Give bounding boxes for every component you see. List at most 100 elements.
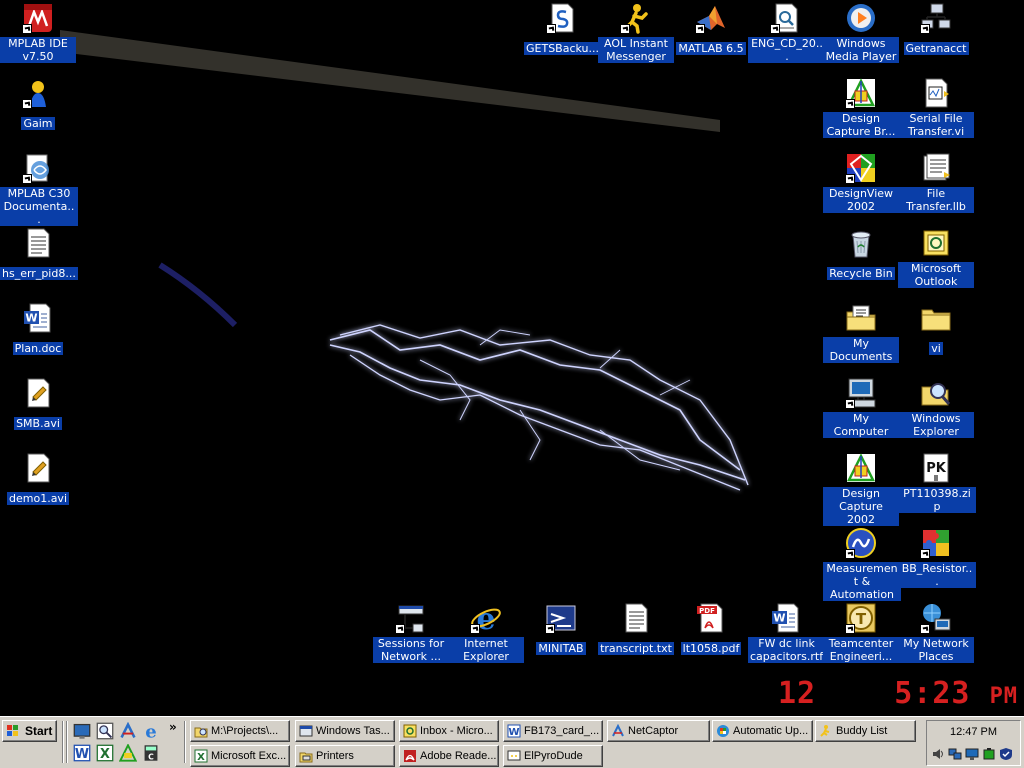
shortcut-arrow-icon [695,24,705,34]
taskbar-button-netcaptor[interactable]: NetCaptor [607,720,710,742]
word-document-icon: W [22,302,54,334]
tray-antivirus-icon[interactable] [999,747,1013,761]
desktop-icon-bb-resistor[interactable]: BB_Resistor... [898,527,976,589]
folder-icon [920,302,952,334]
taskbar-button-buddy-list[interactable]: Buddy List [815,720,916,742]
my-documents-icon [845,302,877,334]
desktop-icon-label: Design Capture 2002 [823,487,899,526]
teamcenter-icon: T [845,602,877,634]
desktop-icon-measurement-automation[interactable]: Measurement & Automation [823,527,901,602]
mplab-c30-doc-icon [22,152,54,184]
pdf-file-icon: PDF [695,602,727,634]
sessions-icon [395,602,427,634]
desktop-icon-label: ENG_CD_20... [748,37,826,63]
quick-launch-netcaptor-icon[interactable] [119,722,137,740]
quick-launch-excel-icon[interactable]: X [96,744,114,762]
desktop-icon-aol-instant-messenger[interactable]: AOL Instant Messenger [598,2,674,64]
desktop-icon-serial-file-transfer-vi[interactable]: Serial File Transfer.vi [898,77,974,139]
desktop-icon-design-capture-2002[interactable]: Design Capture 2002 [823,452,899,527]
shortcut-arrow-icon [470,624,480,634]
desktop-icon-vi[interactable]: vi [898,302,974,356]
overlay-day: 12 [778,676,817,711]
desktop-icon-microsoft-outlook[interactable]: Microsoft Outlook [898,227,974,289]
desktop-icon-designview-2002[interactable]: DesignView 2002 [823,152,899,214]
desktop-icon-label: Windows Explorer [898,412,974,438]
shortcut-arrow-icon [22,24,32,34]
taskbar-button-m-projects[interactable]: M:\Projects\... [190,720,290,742]
overlay-ampm: PM [989,684,1019,709]
desktop-icon-mplab-ide-v7-50[interactable]: MPLAB IDE v7.50 [0,2,76,64]
desktop-icon-teamcenter-engineeri[interactable]: T Teamcenter Engineeri... [823,602,899,664]
desktop-icon-label: MATLAB 6.5 [676,42,746,55]
desktop-icon-internet-explorer[interactable]: e Internet Explorer [448,602,524,664]
desktop-icon-matlab-6-5[interactable]: MATLAB 6.5 [673,2,749,56]
desktop-icon-windows-media-player[interactable]: Windows Media Player [823,2,899,64]
tray-battery-icon[interactable] [982,747,996,761]
quick-launch-word-icon[interactable]: W [73,744,91,762]
recycle-bin-icon [845,227,877,259]
taskbar-button-elpyrodude[interactable]: ElPyroDude [503,745,603,767]
desktop-icon-my-network-places[interactable]: My Network Places [898,602,974,664]
quick-launch-internet-explorer-icon[interactable]: e [142,722,160,740]
quick-launch-search-icon[interactable] [96,722,114,740]
network-computer-icon [920,2,952,34]
desktop-icon-label: DesignView 2002 [823,187,899,213]
design-capture-icon [845,77,877,109]
quick-launch-calculator-icon[interactable]: C [142,744,160,762]
desktop-icon-my-documents[interactable]: My Documents [823,302,899,364]
svg-text:T: T [856,610,867,628]
quick-launch-design-icon[interactable] [119,744,137,762]
desktop-icon-label: Serial File Transfer.vi [898,112,974,138]
aim-icon [620,2,652,34]
desktop-icon-my-computer[interactable]: My Computer [823,377,899,439]
desktop-icon-smb-avi[interactable]: SMB.avi [0,377,76,431]
taskbar-button-inbox-micro[interactable]: Inbox - Micro... [399,720,499,742]
desktop-icon-getsbacku[interactable]: GETSBacku... [524,2,602,56]
desktop-icon-design-capture-br[interactable]: Design Capture Br... [823,77,899,139]
taskbar-button-label: Windows Tas... [316,725,390,737]
desktop-icon-sessions-for-network[interactable]: Sessions for Network ... [373,602,449,664]
desktop-icon-label: FW dc link capacitors.rtf [748,637,826,663]
desktop-icon-hs-err-pid8[interactable]: hs_err_pid8... [0,227,78,281]
desktop-icon-file-transfer-llb[interactable]: File Transfer.llb [898,152,974,214]
quick-launch-chevron[interactable]: » [169,720,177,734]
desktop-icon-mplab-c30-documenta[interactable]: MPLAB C30 Documenta... [0,152,78,227]
desktop-icon-label: SMB.avi [14,417,62,430]
start-button[interactable]: Start [2,720,57,742]
desktop-icon-label: MPLAB C30 Documenta... [0,187,78,226]
desktop-icon-label: PT110398.zip [898,487,976,513]
task-manager-icon [299,724,313,738]
desktop-icon-transcript-txt[interactable]: transcript.txt [598,602,674,656]
desktop-icon-recycle-bin[interactable]: Recycle Bin [823,227,899,281]
svg-text:W: W [25,312,37,325]
taskbar-button-microsoft-exc[interactable]: X Microsoft Exc... [190,745,290,767]
tray-volume-icon[interactable] [931,747,945,761]
taskbar-button-automatic-up[interactable]: Automatic Up... [712,720,813,742]
mplab-ide-icon [22,2,54,34]
backup-icon [546,2,578,34]
desktop-icon-gaim[interactable]: Gaim [0,77,76,131]
desktop-icon-demo1-avi[interactable]: demo1.avi [0,452,76,506]
desktop-icon-windows-explorer[interactable]: Windows Explorer [898,377,974,439]
tray-clock[interactable]: 12:47 PM [927,726,1020,738]
windows-explorer-icon [920,377,952,409]
tray-network-icon[interactable] [948,747,962,761]
avi-file-icon [22,377,54,409]
taskbar: Start e WX C » M:\Projects\... Windows Tas.… [0,716,1024,768]
desktop-icon-plan-doc[interactable]: W Plan.doc [0,302,76,356]
taskbar-button-printers[interactable]: Printers [295,745,395,767]
desktop-icon-getranacct[interactable]: Getranacct [898,2,974,56]
tray-display-icon[interactable] [965,747,979,761]
desktop-icon-label: MINITAB [536,642,586,655]
desktop-icon-pt110398-zip[interactable]: PK PT110398.zip [898,452,976,514]
folder-search-icon [194,724,208,738]
desktop-icon-lt1058-pdf[interactable]: PDF lt1058.pdf [673,602,749,656]
desktop-icon-minitab[interactable]: MINITAB [523,602,599,656]
taskbar-button-adobe-reade[interactable]: Adobe Reade... [399,745,499,767]
taskbar-button-fb173-card[interactable]: W FB173_card_... [503,720,603,742]
desktop-icon-eng-cd-20[interactable]: ENG_CD_20... [748,2,826,64]
taskbar-button-windows-tas[interactable]: Windows Tas... [295,720,395,742]
desktop-icon-fw-dc-link-capacitors-rtf[interactable]: W FW dc link capacitors.rtf [748,602,826,664]
quick-launch-desktop-icon[interactable] [73,722,91,740]
shortcut-arrow-icon [22,99,32,109]
